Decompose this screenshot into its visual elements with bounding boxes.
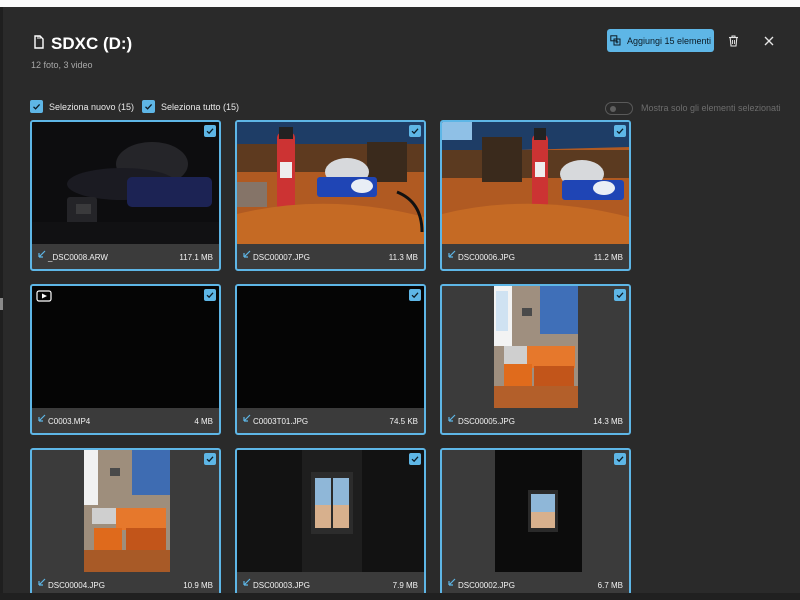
- file-name: DSC00004.JPG: [48, 581, 105, 590]
- video-icon: [36, 290, 52, 302]
- tile-footer: DSC00007.JPG 11.3 MB: [237, 244, 424, 269]
- media-tile[interactable]: _DSC0008.ARW 117.1 MB: [30, 120, 221, 271]
- tile-footer: DSC00005.JPG 14.3 MB: [442, 408, 629, 433]
- file-size: 11.3 MB: [388, 253, 418, 262]
- photo-thumbnail: [237, 286, 424, 408]
- media-tile[interactable]: DSC00007.JPG 11.3 MB: [235, 120, 426, 271]
- selected-check-icon: [614, 125, 626, 137]
- tile-footer: _DSC0008.ARW 117.1 MB: [32, 244, 219, 269]
- media-tile[interactable]: C0003T01.JPG 74.5 KB: [235, 284, 426, 435]
- media-tile[interactable]: DSC00002.JPG 6.7 MB: [440, 448, 631, 599]
- selected-check-icon: [204, 453, 216, 465]
- import-status-icon: [243, 250, 251, 258]
- selected-check-icon: [409, 453, 421, 465]
- media-tile[interactable]: DSC00006.JPG 11.2 MB: [440, 120, 631, 271]
- file-size: 4 MB: [194, 417, 213, 426]
- resize-handle[interactable]: [0, 298, 3, 310]
- file-size: 6.7 MB: [597, 581, 623, 590]
- media-tile[interactable]: DSC00004.JPG 10.9 MB: [30, 448, 221, 599]
- checkbox-checked-icon: [142, 100, 155, 113]
- file-name: C0003T01.JPG: [253, 417, 309, 426]
- file-size: 7.9 MB: [392, 581, 418, 590]
- file-name: DSC00007.JPG: [253, 253, 310, 262]
- import-status-icon: [448, 578, 456, 586]
- trash-icon: [728, 35, 738, 47]
- add-items-button[interactable]: Aggiungi 15 elementi: [607, 29, 714, 52]
- photo-thumbnail: [442, 122, 629, 244]
- select-new-checkbox[interactable]: Seleziona nuovo (15): [30, 100, 134, 113]
- file-size: 117.1 MB: [179, 253, 213, 262]
- selected-check-icon: [614, 453, 626, 465]
- file-name: C0003.MP4: [48, 417, 91, 426]
- file-name: DSC00002.JPG: [458, 581, 515, 590]
- import-status-icon: [38, 414, 46, 422]
- select-all-checkbox[interactable]: Seleziona tutto (15): [142, 100, 239, 113]
- file-name: DSC00006.JPG: [458, 253, 515, 262]
- tile-footer: C0003T01.JPG 74.5 KB: [237, 408, 424, 433]
- photo-thumbnail: [32, 122, 219, 244]
- video-thumbnail: [32, 286, 219, 408]
- file-name: DSC00005.JPG: [458, 417, 515, 426]
- checkbox-checked-icon: [30, 100, 43, 113]
- import-status-icon: [448, 250, 456, 258]
- selected-check-icon: [614, 289, 626, 301]
- file-size: 11.2 MB: [593, 253, 623, 262]
- selected-check-icon: [409, 289, 421, 301]
- file-size: 74.5 KB: [389, 417, 418, 426]
- page-title: SDXC (D:): [51, 34, 133, 53]
- import-dialog: SDXC (D:) 12 foto, 3 video Aggiungi 15 e…: [0, 7, 800, 600]
- import-icon: [610, 35, 621, 46]
- tile-footer: DSC00006.JPG 11.2 MB: [442, 244, 629, 269]
- delete-button[interactable]: [724, 32, 742, 50]
- selected-check-icon: [409, 125, 421, 137]
- item-count: 12 foto, 3 video: [31, 60, 93, 70]
- file-name: _DSC0008.ARW: [48, 253, 108, 262]
- photo-thumbnail: [237, 450, 424, 572]
- tile-footer: C0003.MP4 4 MB: [32, 408, 219, 433]
- photo-thumbnail: [32, 450, 219, 572]
- media-tile[interactable]: DSC00003.JPG 7.9 MB: [235, 448, 426, 599]
- import-status-icon: [38, 578, 46, 586]
- add-items-label: Aggiungi 15 elementi: [626, 35, 712, 46]
- sd-card-icon: [34, 35, 44, 49]
- bottom-edge: [0, 593, 800, 600]
- import-status-icon: [448, 414, 456, 422]
- media-tile[interactable]: DSC00005.JPG 14.3 MB: [440, 284, 631, 435]
- file-size: 14.3 MB: [593, 417, 623, 426]
- close-button[interactable]: [760, 32, 778, 50]
- selected-check-icon: [204, 125, 216, 137]
- photo-thumbnail: [237, 122, 424, 244]
- media-tile[interactable]: C0003.MP4 4 MB: [30, 284, 221, 435]
- toggle-knob: [610, 106, 616, 112]
- show-selected-toggle[interactable]: [605, 102, 633, 115]
- file-name: DSC00003.JPG: [253, 581, 310, 590]
- import-status-icon: [243, 414, 251, 422]
- import-status-icon: [38, 250, 46, 258]
- import-status-icon: [243, 578, 251, 586]
- select-new-label: Seleziona nuovo (15): [49, 101, 135, 112]
- select-all-label: Seleziona tutto (15): [161, 101, 240, 112]
- close-icon: [764, 36, 774, 46]
- file-size: 10.9 MB: [183, 581, 213, 590]
- selected-check-icon: [204, 289, 216, 301]
- show-selected-label: Mostra solo gli elementi selezionati: [641, 103, 781, 113]
- photo-thumbnail: [442, 286, 629, 408]
- photo-thumbnail: [442, 450, 629, 572]
